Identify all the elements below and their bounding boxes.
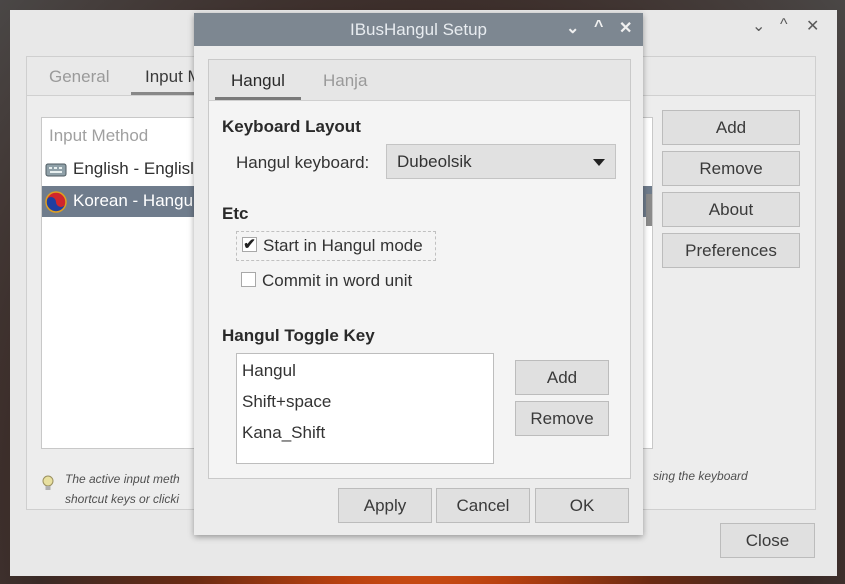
close-button[interactable]: Close — [720, 523, 815, 558]
list-item[interactable]: Kana_Shift — [242, 423, 325, 443]
apply-button[interactable]: Apply — [338, 488, 432, 523]
about-button[interactable]: About — [662, 192, 800, 227]
list-item-label: English - Englisl — [73, 159, 194, 178]
add-toggle-key-button[interactable]: Add — [515, 360, 609, 395]
dialog-notebook: Hangul Hanja Keyboard Layout Hangul keyb… — [208, 59, 631, 479]
taegeuk-icon — [45, 191, 67, 213]
hint-line-1-right: sing the keyboard — [653, 469, 748, 483]
hangul-keyboard-value: Dubeolsik — [397, 152, 472, 171]
bg-maximize-icon[interactable]: ^ — [780, 16, 788, 34]
remove-input-method-button[interactable]: Remove — [662, 151, 800, 186]
hangul-toggle-key-heading: Hangul Toggle Key — [222, 326, 375, 345]
bg-tab-underline — [131, 92, 201, 95]
cancel-button[interactable]: Cancel — [436, 488, 530, 523]
remove-toggle-key-button[interactable]: Remove — [515, 401, 609, 436]
commit-word-unit-checkbox[interactable]: Commit in word unit — [236, 267, 456, 295]
input-method-list-header: Input Method — [49, 126, 149, 145]
close-icon[interactable]: ✕ — [619, 18, 632, 38]
lightbulb-icon — [42, 475, 54, 490]
hangul-keyboard-select[interactable]: Dubeolsik — [386, 144, 616, 179]
tab-general[interactable]: General — [49, 67, 109, 87]
list-item[interactable]: Hangul — [242, 361, 296, 381]
bg-minimize-icon[interactable]: ⌄ — [752, 16, 765, 36]
start-in-hangul-checkbox[interactable]: ✔ Start in Hangul mode — [236, 231, 436, 261]
list-item-label: Korean - Hangu — [73, 191, 194, 210]
unchecked-box-icon — [241, 272, 256, 287]
add-input-method-button[interactable]: Add — [662, 110, 800, 145]
dialog-tab-bar: Hangul Hanja — [209, 60, 630, 101]
bg-close-icon[interactable]: ✕ — [806, 16, 819, 36]
dialog-titlebar[interactable]: IBusHangul Setup ⌄ ^ ✕ — [194, 13, 643, 46]
tab-hanja[interactable]: Hanja — [323, 71, 367, 91]
ok-button[interactable]: OK — [535, 488, 629, 523]
list-item[interactable]: Shift+space — [242, 392, 331, 412]
list-scrollbar[interactable] — [646, 194, 652, 226]
dropdown-arrow-icon — [593, 159, 605, 166]
preferences-button[interactable]: Preferences — [662, 233, 800, 268]
toggle-key-list[interactable]: Hangul Shift+space Kana_Shift — [236, 353, 494, 464]
keyboard-layout-heading: Keyboard Layout — [222, 117, 361, 136]
commit-word-unit-label: Commit in word unit — [262, 271, 413, 290]
keyboard-icon — [45, 163, 67, 177]
tab-underline — [215, 97, 301, 100]
chevron-up-icon[interactable]: ^ — [594, 18, 603, 36]
chevron-down-icon[interactable]: ⌄ — [566, 18, 579, 38]
etc-heading: Etc — [222, 204, 249, 223]
hangul-keyboard-label: Hangul keyboard: — [236, 153, 370, 172]
tab-hangul[interactable]: Hangul — [231, 71, 285, 91]
start-in-hangul-label: Start in Hangul mode — [263, 236, 423, 255]
checkmark-icon: ✔ — [242, 236, 257, 253]
ibushangul-setup-dialog: IBusHangul Setup ⌄ ^ ✕ Hangul Hanja Keyb… — [194, 13, 643, 535]
